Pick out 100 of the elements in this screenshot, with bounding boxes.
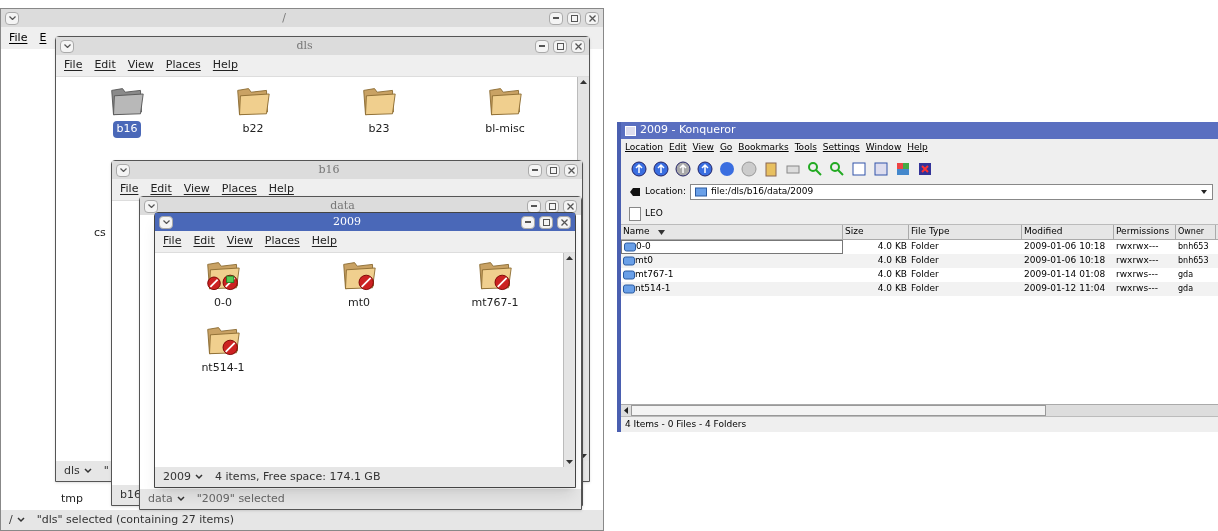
- minimize-button[interactable]: [535, 39, 549, 53]
- folder-item[interactable]: mt767-1: [427, 259, 563, 312]
- menu-item[interactable]: E: [39, 29, 47, 47]
- table-cell: mt767-1: [635, 268, 674, 282]
- close-icon: [560, 218, 568, 226]
- minimize-button[interactable]: [528, 163, 542, 177]
- folder-label[interactable]: tmp: [61, 491, 83, 508]
- column-header[interactable]: Size: [843, 225, 909, 239]
- menu-item[interactable]: View: [127, 57, 154, 74]
- menu-item[interactable]: Edit: [150, 181, 172, 198]
- folder-item[interactable]: b22: [190, 85, 316, 138]
- minimize-button[interactable]: [527, 199, 541, 213]
- table-cell: gda: [1178, 269, 1194, 281]
- window-menu-button[interactable]: [60, 39, 74, 53]
- menu-item[interactable]: View: [183, 181, 210, 198]
- scrollbar-thumb[interactable]: [631, 405, 1046, 416]
- scrollbar[interactable]: [563, 253, 575, 467]
- up-button[interactable]: [629, 159, 649, 179]
- folder-item[interactable]: 0-0: [155, 259, 291, 312]
- menu-item[interactable]: Help: [212, 57, 238, 74]
- column-header[interactable]: File Type: [909, 225, 1022, 239]
- folder-item[interactable]: b16: [64, 85, 190, 138]
- menu-item[interactable]: File: [9, 29, 28, 47]
- menu-item[interactable]: Help: [311, 233, 337, 250]
- chevron-down-icon: [162, 220, 170, 224]
- bookmark-button[interactable]: LEO: [629, 206, 663, 221]
- chevron-down-icon: [176, 496, 185, 502]
- horizontal-scrollbar[interactable]: [621, 404, 1218, 416]
- menu-item[interactable]: Location: [625, 141, 664, 155]
- window-title: 2009 - Konqueror: [640, 122, 736, 139]
- menu-item[interactable]: Places: [264, 233, 300, 250]
- location-field[interactable]: file:/dls/b16/data/2009: [690, 184, 1213, 200]
- menu-item[interactable]: Edit: [94, 57, 116, 74]
- maximize-button[interactable]: [546, 163, 560, 177]
- column-header[interactable]: Modified: [1022, 225, 1114, 239]
- folder-label: mt0: [347, 295, 371, 312]
- path-dropdown[interactable]: /: [9, 511, 25, 529]
- table-cell: 2009-01-06 10:18: [1024, 240, 1106, 254]
- table-cell: Folder: [911, 254, 939, 268]
- maximize-icon: [549, 166, 557, 174]
- table-cell: rwxrws---: [1116, 282, 1158, 296]
- chevron-down-icon: [8, 16, 16, 20]
- menu-item[interactable]: Window: [865, 141, 902, 155]
- folder-label[interactable]: cs: [94, 225, 106, 242]
- menu-item[interactable]: Places: [221, 181, 257, 198]
- table-row[interactable]: mt0 4.0 KB Folder 2009-01-06 10:18 rwxrwx--- bnh653: [621, 254, 1218, 268]
- close-button[interactable]: [571, 39, 585, 53]
- maximize-button[interactable]: [545, 199, 559, 213]
- maximize-button[interactable]: [539, 215, 553, 229]
- window-menu-button[interactable]: [144, 199, 158, 213]
- path-dropdown[interactable]: dls: [64, 462, 92, 480]
- close-button[interactable]: [563, 199, 577, 213]
- folder-item[interactable]: b23: [316, 85, 442, 138]
- chevron-down-icon: [195, 474, 203, 480]
- window-menu-button[interactable]: [159, 215, 173, 229]
- maximize-button[interactable]: [567, 11, 581, 25]
- menu-item[interactable]: View: [226, 233, 253, 250]
- menu-item[interactable]: File: [120, 181, 139, 198]
- table-cell: 2009-01-14 01:08: [1024, 268, 1106, 282]
- path-dropdown[interactable]: 2009: [163, 468, 203, 486]
- table-row[interactable]: nt514-1 4.0 KB Folder 2009-01-12 11:04 rwxrws--- gda: [621, 282, 1218, 296]
- folder-item[interactable]: mt0: [291, 259, 427, 312]
- column-header[interactable]: Owner: [1176, 225, 1216, 239]
- minimize-button[interactable]: [521, 215, 535, 229]
- table-cell: 2009-01-06 10:18: [1024, 254, 1106, 268]
- window-menu-button[interactable]: [5, 11, 19, 25]
- maximize-button[interactable]: [553, 39, 567, 53]
- menu-item[interactable]: File: [64, 57, 83, 74]
- minimize-button[interactable]: [549, 11, 563, 25]
- close-button[interactable]: [557, 215, 571, 229]
- chevron-down-icon: [147, 204, 155, 208]
- table-cell: 2009-01-12 11:04: [1024, 282, 1106, 296]
- window-menu-button[interactable]: [116, 163, 130, 177]
- up-icon: [631, 161, 647, 177]
- folder-item[interactable]: bl-misc: [442, 85, 568, 138]
- column-header[interactable]: Name: [621, 225, 843, 239]
- menu-item[interactable]: Tools: [794, 141, 817, 155]
- menu-item[interactable]: Go: [719, 141, 733, 155]
- table-cell: nt514-1: [635, 282, 671, 296]
- close-icon: [588, 14, 596, 22]
- menu-item[interactable]: Edit: [193, 233, 215, 250]
- folder-label: nt514-1: [200, 360, 246, 377]
- menu-item[interactable]: Bookmarks: [738, 141, 789, 155]
- close-button[interactable]: [585, 11, 599, 25]
- menu-item[interactable]: Edit: [669, 141, 687, 155]
- close-button[interactable]: [564, 163, 578, 177]
- chevron-down-icon: [16, 517, 25, 523]
- menu-item[interactable]: Help: [268, 181, 294, 198]
- column-header[interactable]: Permissions: [1114, 225, 1176, 239]
- status-text: "dls" selected (containing 27 items): [36, 511, 235, 528]
- menu-item[interactable]: Settings: [822, 141, 860, 155]
- path-dropdown[interactable]: data: [148, 490, 185, 508]
- menu-item[interactable]: File: [163, 233, 182, 250]
- table-cell: 4.0 KB: [877, 282, 907, 296]
- menu-item[interactable]: Help: [907, 141, 928, 155]
- folder-item[interactable]: nt514-1: [155, 323, 291, 377]
- table-cell: rwxrwx---: [1116, 254, 1159, 268]
- menu-item[interactable]: View: [692, 141, 714, 155]
- zoom-out-icon: [829, 161, 845, 177]
- menu-item[interactable]: Places: [165, 57, 201, 74]
